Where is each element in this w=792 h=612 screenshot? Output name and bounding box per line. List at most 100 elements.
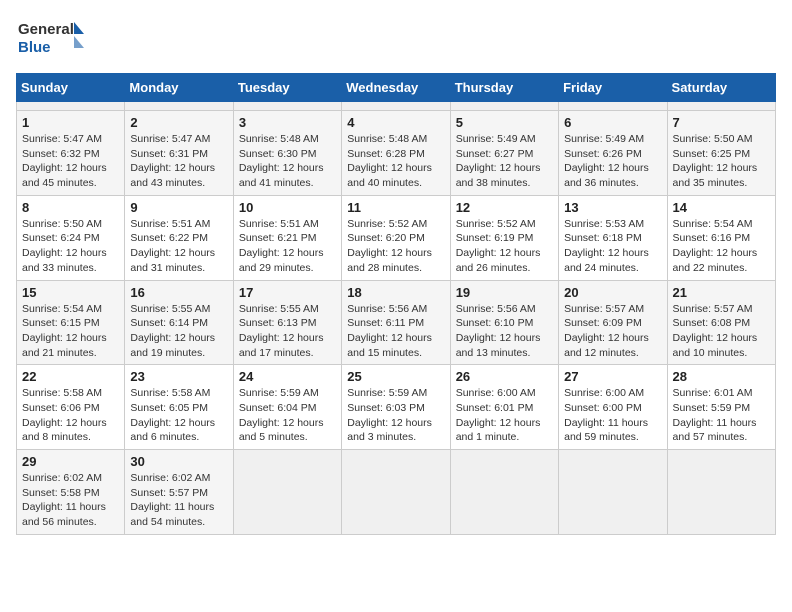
daylight-label: Daylight: 12 hours and 28 minutes.	[347, 247, 432, 274]
day-cell	[667, 450, 775, 535]
sunset-label: Sunset: 6:18 PM	[564, 232, 642, 244]
day-cell: 23 Sunrise: 5:58 AM Sunset: 6:05 PM Dayl…	[125, 365, 233, 450]
day-number: 5	[456, 115, 553, 130]
sunrise-label: Sunrise: 6:00 AM	[456, 387, 536, 399]
day-number: 3	[239, 115, 336, 130]
week-row: 22 Sunrise: 5:58 AM Sunset: 6:06 PM Dayl…	[17, 365, 776, 450]
daylight-label: Daylight: 12 hours and 45 minutes.	[22, 162, 107, 189]
col-header-thursday: Thursday	[450, 74, 558, 102]
day-cell	[667, 102, 775, 111]
day-number: 28	[673, 369, 770, 384]
col-header-monday: Monday	[125, 74, 233, 102]
logo: General Blue	[16, 16, 86, 61]
sunset-label: Sunset: 6:27 PM	[456, 148, 534, 160]
sunrise-label: Sunrise: 5:49 AM	[456, 133, 536, 145]
sunrise-label: Sunrise: 5:47 AM	[22, 133, 102, 145]
day-cell: 17 Sunrise: 5:55 AM Sunset: 6:13 PM Dayl…	[233, 280, 341, 365]
day-info: Sunrise: 5:50 AM Sunset: 6:24 PM Dayligh…	[22, 217, 119, 276]
daylight-label: Daylight: 12 hours and 3 minutes.	[347, 417, 432, 444]
daylight-label: Daylight: 12 hours and 31 minutes.	[130, 247, 215, 274]
sunset-label: Sunset: 6:11 PM	[347, 317, 424, 329]
day-cell: 3 Sunrise: 5:48 AM Sunset: 6:30 PM Dayli…	[233, 111, 341, 196]
day-info: Sunrise: 5:48 AM Sunset: 6:28 PM Dayligh…	[347, 132, 444, 191]
day-info: Sunrise: 6:00 AM Sunset: 6:00 PM Dayligh…	[564, 386, 661, 445]
sunset-label: Sunset: 6:28 PM	[347, 148, 425, 160]
day-cell: 25 Sunrise: 5:59 AM Sunset: 6:03 PM Dayl…	[342, 365, 450, 450]
sunset-label: Sunset: 6:13 PM	[239, 317, 317, 329]
day-cell	[342, 102, 450, 111]
day-info: Sunrise: 6:00 AM Sunset: 6:01 PM Dayligh…	[456, 386, 553, 445]
day-number: 16	[130, 285, 227, 300]
sunrise-label: Sunrise: 5:55 AM	[130, 303, 210, 315]
sunrise-label: Sunrise: 5:50 AM	[673, 133, 753, 145]
day-number: 15	[22, 285, 119, 300]
sunset-label: Sunset: 6:26 PM	[564, 148, 642, 160]
day-number: 24	[239, 369, 336, 384]
daylight-label: Daylight: 11 hours and 56 minutes.	[22, 501, 106, 528]
week-row: 1 Sunrise: 5:47 AM Sunset: 6:32 PM Dayli…	[17, 111, 776, 196]
day-cell: 29 Sunrise: 6:02 AM Sunset: 5:58 PM Dayl…	[17, 450, 125, 535]
day-cell	[450, 450, 558, 535]
sunset-label: Sunset: 6:04 PM	[239, 402, 317, 414]
day-number: 1	[22, 115, 119, 130]
day-cell	[450, 102, 558, 111]
day-info: Sunrise: 5:57 AM Sunset: 6:09 PM Dayligh…	[564, 302, 661, 361]
daylight-label: Daylight: 12 hours and 1 minute.	[456, 417, 541, 444]
col-header-saturday: Saturday	[667, 74, 775, 102]
daylight-label: Daylight: 12 hours and 17 minutes.	[239, 332, 324, 359]
daylight-label: Daylight: 12 hours and 24 minutes.	[564, 247, 649, 274]
day-cell: 7 Sunrise: 5:50 AM Sunset: 6:25 PM Dayli…	[667, 111, 775, 196]
day-cell: 8 Sunrise: 5:50 AM Sunset: 6:24 PM Dayli…	[17, 195, 125, 280]
col-header-sunday: Sunday	[17, 74, 125, 102]
day-info: Sunrise: 5:55 AM Sunset: 6:14 PM Dayligh…	[130, 302, 227, 361]
week-row: 29 Sunrise: 6:02 AM Sunset: 5:58 PM Dayl…	[17, 450, 776, 535]
sunrise-label: Sunrise: 5:59 AM	[347, 387, 427, 399]
sunset-label: Sunset: 6:30 PM	[239, 148, 317, 160]
day-cell: 16 Sunrise: 5:55 AM Sunset: 6:14 PM Dayl…	[125, 280, 233, 365]
day-number: 29	[22, 454, 119, 469]
day-cell	[233, 102, 341, 111]
day-cell: 12 Sunrise: 5:52 AM Sunset: 6:19 PM Dayl…	[450, 195, 558, 280]
week-row: 15 Sunrise: 5:54 AM Sunset: 6:15 PM Dayl…	[17, 280, 776, 365]
sunset-label: Sunset: 5:57 PM	[130, 487, 208, 499]
daylight-label: Daylight: 12 hours and 40 minutes.	[347, 162, 432, 189]
day-number: 23	[130, 369, 227, 384]
day-info: Sunrise: 5:58 AM Sunset: 6:06 PM Dayligh…	[22, 386, 119, 445]
day-number: 14	[673, 200, 770, 215]
day-info: Sunrise: 5:53 AM Sunset: 6:18 PM Dayligh…	[564, 217, 661, 276]
day-number: 25	[347, 369, 444, 384]
week-row	[17, 102, 776, 111]
sunset-label: Sunset: 5:58 PM	[22, 487, 100, 499]
day-cell: 10 Sunrise: 5:51 AM Sunset: 6:21 PM Dayl…	[233, 195, 341, 280]
day-cell: 2 Sunrise: 5:47 AM Sunset: 6:31 PM Dayli…	[125, 111, 233, 196]
day-number: 19	[456, 285, 553, 300]
sunset-label: Sunset: 6:15 PM	[22, 317, 100, 329]
day-cell	[125, 102, 233, 111]
day-info: Sunrise: 5:51 AM Sunset: 6:22 PM Dayligh…	[130, 217, 227, 276]
sunrise-label: Sunrise: 5:57 AM	[673, 303, 753, 315]
daylight-label: Daylight: 12 hours and 12 minutes.	[564, 332, 649, 359]
day-info: Sunrise: 6:02 AM Sunset: 5:57 PM Dayligh…	[130, 471, 227, 530]
day-number: 27	[564, 369, 661, 384]
daylight-label: Daylight: 12 hours and 36 minutes.	[564, 162, 649, 189]
day-cell: 5 Sunrise: 5:49 AM Sunset: 6:27 PM Dayli…	[450, 111, 558, 196]
day-cell	[17, 102, 125, 111]
day-number: 11	[347, 200, 444, 215]
day-number: 7	[673, 115, 770, 130]
daylight-label: Daylight: 12 hours and 13 minutes.	[456, 332, 541, 359]
day-info: Sunrise: 5:57 AM Sunset: 6:08 PM Dayligh…	[673, 302, 770, 361]
day-number: 26	[456, 369, 553, 384]
sunrise-label: Sunrise: 6:02 AM	[22, 472, 102, 484]
sunset-label: Sunset: 6:10 PM	[456, 317, 534, 329]
day-number: 2	[130, 115, 227, 130]
daylight-label: Daylight: 12 hours and 15 minutes.	[347, 332, 432, 359]
day-cell: 22 Sunrise: 5:58 AM Sunset: 6:06 PM Dayl…	[17, 365, 125, 450]
day-info: Sunrise: 5:52 AM Sunset: 6:19 PM Dayligh…	[456, 217, 553, 276]
daylight-label: Daylight: 12 hours and 43 minutes.	[130, 162, 215, 189]
sunrise-label: Sunrise: 5:48 AM	[239, 133, 319, 145]
daylight-label: Daylight: 12 hours and 6 minutes.	[130, 417, 215, 444]
day-cell	[559, 102, 667, 111]
day-number: 6	[564, 115, 661, 130]
col-header-tuesday: Tuesday	[233, 74, 341, 102]
day-cell: 26 Sunrise: 6:00 AM Sunset: 6:01 PM Dayl…	[450, 365, 558, 450]
